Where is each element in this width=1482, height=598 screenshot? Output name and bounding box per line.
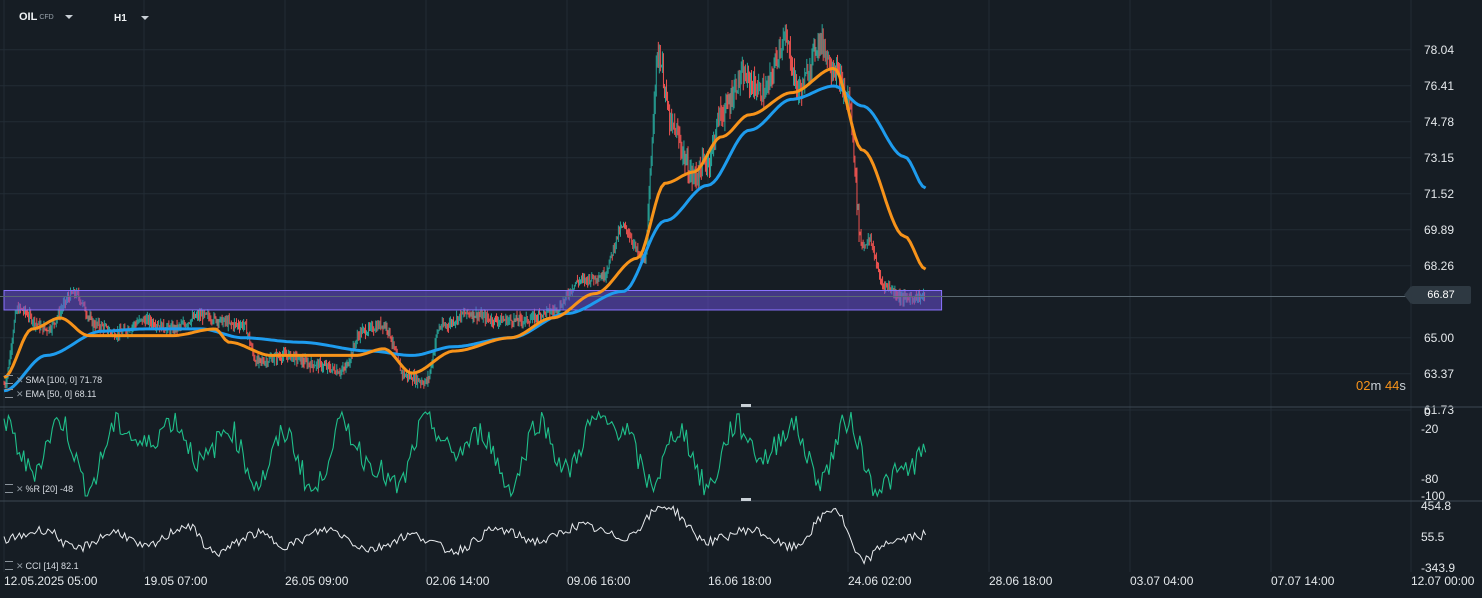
cci-legend[interactable]: ✕ CCI [14] 82.1 bbox=[5, 561, 79, 572]
pane-resize-handle bbox=[741, 498, 751, 501]
x-tick-label: 19.05 07:00 bbox=[144, 574, 208, 588]
y-tick-label: 76.41 bbox=[1424, 79, 1454, 93]
symbol-type: CFD bbox=[39, 14, 54, 21]
x-tick-label: 28.06 18:00 bbox=[989, 574, 1053, 588]
ema-label: EMA [50, 0] 68.11 bbox=[25, 389, 97, 399]
y-tick-label: 74.78 bbox=[1424, 115, 1454, 129]
cci-tick-label: 454.8 bbox=[1421, 499, 1451, 513]
wr-label: %R [20] -48 bbox=[25, 484, 74, 494]
ema-legend[interactable]: ✕ EMA [50, 0] 68.11 bbox=[5, 389, 96, 400]
y-tick-label: 69.89 bbox=[1424, 223, 1454, 237]
x-tick-label: 24.06 02:00 bbox=[848, 574, 912, 588]
settings-icon[interactable] bbox=[5, 484, 13, 493]
symbol-name: OIL bbox=[19, 11, 38, 23]
x-tick-label: 03.07 04:00 bbox=[1130, 574, 1194, 588]
sma-line bbox=[3, 84, 927, 393]
x-tick-label: 12.05.2025 05:00 bbox=[4, 574, 98, 588]
wr-legend[interactable]: ✕ %R [20] -48 bbox=[5, 484, 73, 495]
symbol-chevron-down-icon[interactable] bbox=[65, 15, 73, 19]
y-tick-label: 65.00 bbox=[1424, 331, 1454, 345]
settings-icon[interactable] bbox=[5, 561, 13, 570]
support-zone bbox=[3, 290, 943, 311]
cci-line bbox=[3, 505, 927, 565]
countdown-minutes: 02 bbox=[1356, 378, 1371, 393]
timeframe-chevron-down-icon[interactable] bbox=[141, 16, 149, 20]
pane-resize-handle bbox=[741, 404, 751, 407]
bar-countdown: 02m 44s bbox=[1356, 378, 1406, 393]
wr-tick-label: -80 bbox=[1421, 472, 1439, 486]
wr-line bbox=[3, 410, 927, 498]
cci-label: CCI [14] 82.1 bbox=[25, 561, 79, 571]
sma-label: SMA [100, 0] 71.78 bbox=[25, 375, 103, 385]
wr-tick-label: -20 bbox=[1421, 422, 1439, 436]
wr-tick-label: 0 bbox=[1424, 405, 1431, 419]
y-tick-label: 73.15 bbox=[1424, 151, 1454, 165]
settings-icon[interactable] bbox=[5, 375, 13, 384]
x-tick-label: 12.07 00:00 bbox=[1411, 574, 1475, 588]
current-price-tag: 66.87 bbox=[1404, 286, 1471, 304]
symbol-selector[interactable]: OIL CFD bbox=[19, 11, 54, 23]
y-tick-label: 78.04 bbox=[1424, 43, 1454, 57]
cci-tick-label: 55.5 bbox=[1421, 530, 1445, 544]
close-icon[interactable]: ✕ bbox=[16, 389, 24, 399]
ema-line bbox=[3, 66, 927, 379]
countdown-seconds-unit: s bbox=[1399, 378, 1406, 393]
close-icon[interactable]: ✕ bbox=[16, 375, 24, 385]
toolbar: OIL CFD H1 bbox=[0, 0, 300, 36]
x-tick-label: 02.06 14:00 bbox=[426, 574, 490, 588]
x-tick-label: 16.06 18:00 bbox=[708, 574, 772, 588]
y-tick-label: 71.52 bbox=[1424, 187, 1454, 201]
x-tick-label: 07.07 14:00 bbox=[1271, 574, 1335, 588]
chart-canvas[interactable]: 78.04 76.41 74.78 73.15 71.52 69.89 68.26 65.00… bbox=[0, 0, 1482, 598]
settings-icon[interactable] bbox=[5, 389, 13, 398]
cci-tick-label: -343.9 bbox=[1421, 561, 1455, 575]
x-tick-label: 26.05 09:00 bbox=[285, 574, 349, 588]
y-tick-label: 68.26 bbox=[1424, 259, 1454, 273]
sma-legend[interactable]: ✕ SMA [100, 0] 71.78 bbox=[5, 375, 102, 386]
countdown-seconds: 44 bbox=[1384, 378, 1400, 393]
close-icon[interactable]: ✕ bbox=[16, 561, 24, 571]
x-tick-label: 09.06 16:00 bbox=[567, 574, 631, 588]
close-icon[interactable]: ✕ bbox=[16, 484, 24, 494]
y-tick-label: 63.37 bbox=[1424, 367, 1454, 381]
countdown-minutes-unit: m bbox=[1370, 378, 1382, 393]
timeframe-selector[interactable]: H1 bbox=[114, 13, 127, 24]
